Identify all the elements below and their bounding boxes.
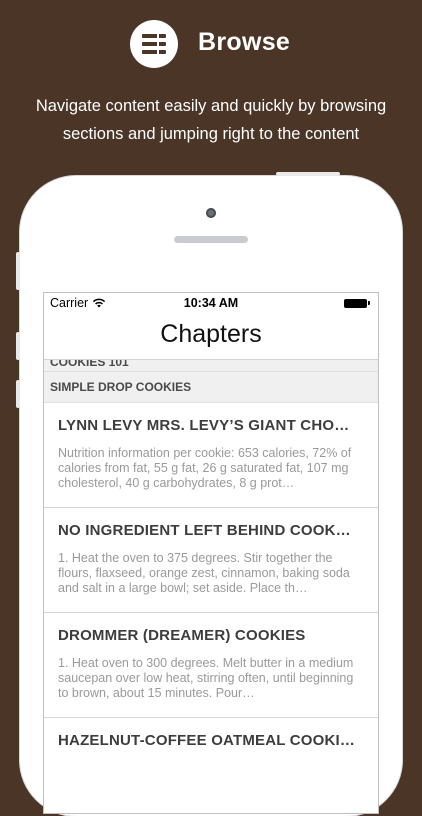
- list-item[interactable]: HAZELNUT-COFFEE OATMEAL COOKI…: [44, 718, 378, 813]
- front-camera: [206, 208, 216, 218]
- section-header-simple-drop-cookies[interactable]: SIMPLE DROP COOKIES: [44, 372, 378, 403]
- phone-screen: Carrier 10:34 AM Chapters COOKIES 101 SI…: [43, 292, 379, 814]
- volume-up-button: [16, 332, 20, 360]
- nav-title: Chapters: [44, 313, 378, 360]
- recipe-title: DROMMER (DREAMER) COOKIES: [58, 627, 306, 644]
- phone-frame: Carrier 10:34 AM Chapters COOKIES 101 SI…: [16, 172, 402, 816]
- recipe-description: 1. Heat oven to 300 degrees. Melt butter…: [58, 656, 354, 700]
- power-button: [276, 172, 340, 176]
- list-icon: [142, 34, 166, 54]
- mute-switch: [16, 252, 20, 290]
- section-header-cookies-101[interactable]: COOKIES 101: [44, 360, 378, 372]
- list-item[interactable]: NO INGREDIENT LEFT BEHIND COOK… 1. Heat …: [44, 508, 378, 613]
- recipe-description: Nutrition information per cookie: 653 ca…: [58, 446, 352, 490]
- recipe-title: NO INGREDIENT LEFT BEHIND COOK…: [58, 522, 351, 539]
- list-item[interactable]: LYNN LEVY MRS. LEVY’S GIANT CHO… Nutriti…: [44, 403, 378, 508]
- recipe-title: HAZELNUT-COFFEE OATMEAL COOKI…: [58, 732, 356, 749]
- status-bar: Carrier 10:34 AM: [44, 293, 378, 313]
- status-time: 10:34 AM: [183, 296, 239, 310]
- volume-down-button: [16, 380, 20, 408]
- battery-icon: [344, 298, 370, 308]
- recipe-title: LYNN LEVY MRS. LEVY’S GIANT CHO…: [58, 417, 350, 434]
- list-item[interactable]: DROMMER (DREAMER) COOKIES 1. Heat oven t…: [44, 613, 378, 718]
- recipe-list: LYNN LEVY MRS. LEVY’S GIANT CHO… Nutriti…: [44, 403, 378, 813]
- promo-subtitle: Navigate content easily and quickly by b…: [35, 97, 387, 143]
- promo-title: Browse: [198, 28, 291, 56]
- earpiece-speaker: [174, 236, 248, 243]
- promo-header: Browse Navigate content easily and quick…: [0, 0, 422, 170]
- recipe-description: 1. Heat the oven to 375 degrees. Stir to…: [58, 551, 350, 595]
- browse-badge: [130, 20, 178, 68]
